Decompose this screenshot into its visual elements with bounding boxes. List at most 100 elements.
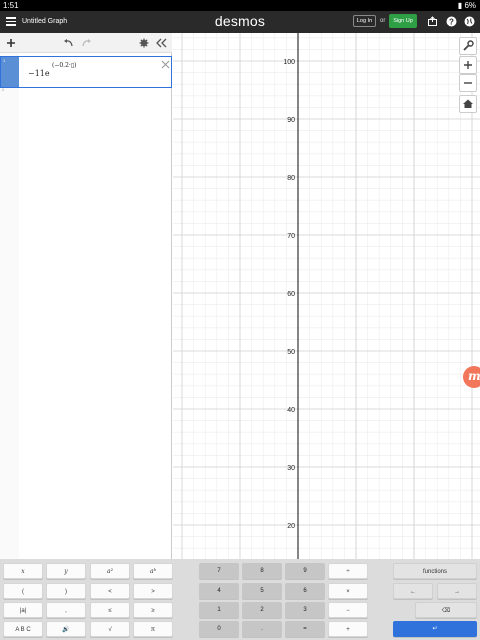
login-button[interactable]: Log In [353,15,376,27]
key-2-3[interactable]: ≥ [133,602,173,618]
key-0-3[interactable]: aᵇ [133,563,173,579]
signup-button[interactable]: Sign Up [389,14,417,28]
expression-index: 1 [3,58,6,63]
expression-toolbar [0,33,172,53]
key-3-3[interactable]: π [133,621,173,637]
svg-text:?: ? [449,17,454,26]
delete-expression-icon[interactable] [161,60,170,69]
key-4[interactable]: 4 [199,583,239,599]
y-tick-label: 20 [287,523,295,530]
zoom-out-button[interactable] [459,74,477,92]
graph-canvas[interactable]: 100 90 80 70 60 50 40 30 20 [173,33,480,559]
y-tick-label: 70 [287,233,295,240]
key-.[interactable]: . [242,621,282,637]
key-label: π [150,627,156,633]
key-1-3[interactable]: > [133,583,173,599]
expression-color-tab[interactable]: 1 [1,57,19,87]
share-icon[interactable] [427,16,438,27]
y-tick-label: 50 [287,349,295,356]
home-button[interactable] [459,95,477,113]
key-×[interactable]: × [328,583,368,599]
key-3-1[interactable]: 🔊 [46,621,86,637]
key-0-1[interactable]: y [46,563,86,579]
mathway-badge-icon[interactable]: m [463,366,480,388]
expression-item[interactable]: 1 −11e (−0.2·▯) [0,56,172,88]
key-6[interactable]: 6 [285,583,325,599]
collapse-panel-icon[interactable] [156,38,167,48]
key-2[interactable]: 2 [242,602,282,618]
undo-icon[interactable] [63,39,74,47]
key-label: |a| [19,608,27,614]
expression-exponent[interactable]: (−0.2·▯) [52,62,76,69]
key-+[interactable]: + [328,621,368,637]
key-label: ) [65,589,67,595]
zoom-in-button[interactable] [459,56,477,74]
redo-icon[interactable] [81,39,92,47]
y-tick-label: 30 [287,465,295,472]
key-label: ≥ [151,608,155,614]
key-7[interactable]: 7 [199,563,239,579]
graph-grid[interactable]: 100 90 80 70 60 50 40 30 20 [173,33,480,559]
key-3-0[interactable]: A B C [3,621,43,637]
key-3[interactable]: 3 [285,602,325,618]
key-2-0[interactable]: |a| [3,602,43,618]
key-÷[interactable]: ÷ [328,563,368,579]
key-label: < [108,589,112,595]
key-0[interactable]: 0 [199,621,239,637]
key-0-2[interactable]: a² [90,563,130,579]
key-label: y [64,568,68,575]
graph-settings-button[interactable] [459,37,477,55]
zoom-out-icon [464,82,472,84]
backspace-key[interactable]: ⌫ [415,602,477,618]
battery-icon: ▮ [457,1,463,10]
key-9[interactable]: 9 [285,563,325,579]
globe-icon[interactable] [464,16,475,27]
battery-level: 6% [464,1,476,10]
menu-icon[interactable] [6,17,16,26]
key-label: x [21,568,25,575]
status-time: 1:51 [3,1,19,10]
arrow-right-key[interactable]: → [437,583,477,599]
key-3-2[interactable]: √ [90,621,130,637]
key-label: ( [22,589,24,595]
expression-math[interactable]: −11e [28,69,50,78]
top-bar: Untitled Graph desmos Log In or Sign Up … [0,11,480,33]
key-label: a² [107,568,113,575]
key-2-1[interactable]: , [46,602,86,618]
key-=[interactable]: = [285,621,325,637]
key-1-2[interactable]: < [90,583,130,599]
expression-index[interactable]: 2 [2,87,4,92]
key-2-2[interactable]: ≤ [90,602,130,618]
functions-button[interactable]: functions [393,563,477,579]
key-label: A B C [15,627,31,633]
or-label: or [380,18,386,24]
key-0-0[interactable]: x [3,563,43,579]
zoom-in-icon [464,61,472,69]
enter-key[interactable]: ↵ [393,621,477,637]
key-8[interactable]: 8 [242,563,282,579]
key-label: ≤ [108,608,112,614]
key-−[interactable]: − [328,602,368,618]
key-5[interactable]: 5 [242,583,282,599]
settings-gear-icon[interactable] [139,38,149,48]
key-1-1[interactable]: ) [46,583,86,599]
y-tick-label: 80 [287,175,295,182]
y-tick-label: 90 [287,117,295,124]
key-label: , [65,608,67,614]
key-1[interactable]: 1 [199,602,239,618]
add-icon[interactable] [6,38,16,48]
arrow-left-key[interactable]: ← [393,583,433,599]
key-label: > [151,589,155,595]
y-tick-label: 100 [283,59,295,66]
help-icon[interactable]: ? [446,16,457,27]
home-icon [463,99,473,108]
status-battery: ▮ 6% [458,0,476,11]
key-label: 🔊 [62,627,70,633]
key-label: √ [108,627,112,633]
expression-gutter [0,53,19,559]
status-bar: 1:51 ▮ 6% [0,0,480,11]
graph-title[interactable]: Untitled Graph [22,15,67,29]
expression-list: 1 −11e (−0.2·▯) 2 [0,53,172,559]
y-tick-label: 40 [287,407,295,414]
key-1-0[interactable]: ( [3,583,43,599]
